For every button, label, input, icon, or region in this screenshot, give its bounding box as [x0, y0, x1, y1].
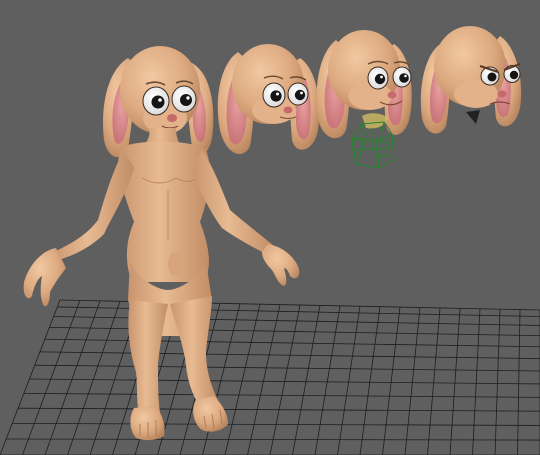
- viewport-canvas[interactable]: [0, 0, 540, 455]
- right-pupil: [180, 94, 192, 106]
- left-pupil: [151, 95, 165, 109]
- nose: [167, 114, 177, 122]
- 3d-viewport[interactable]: [0, 0, 540, 455]
